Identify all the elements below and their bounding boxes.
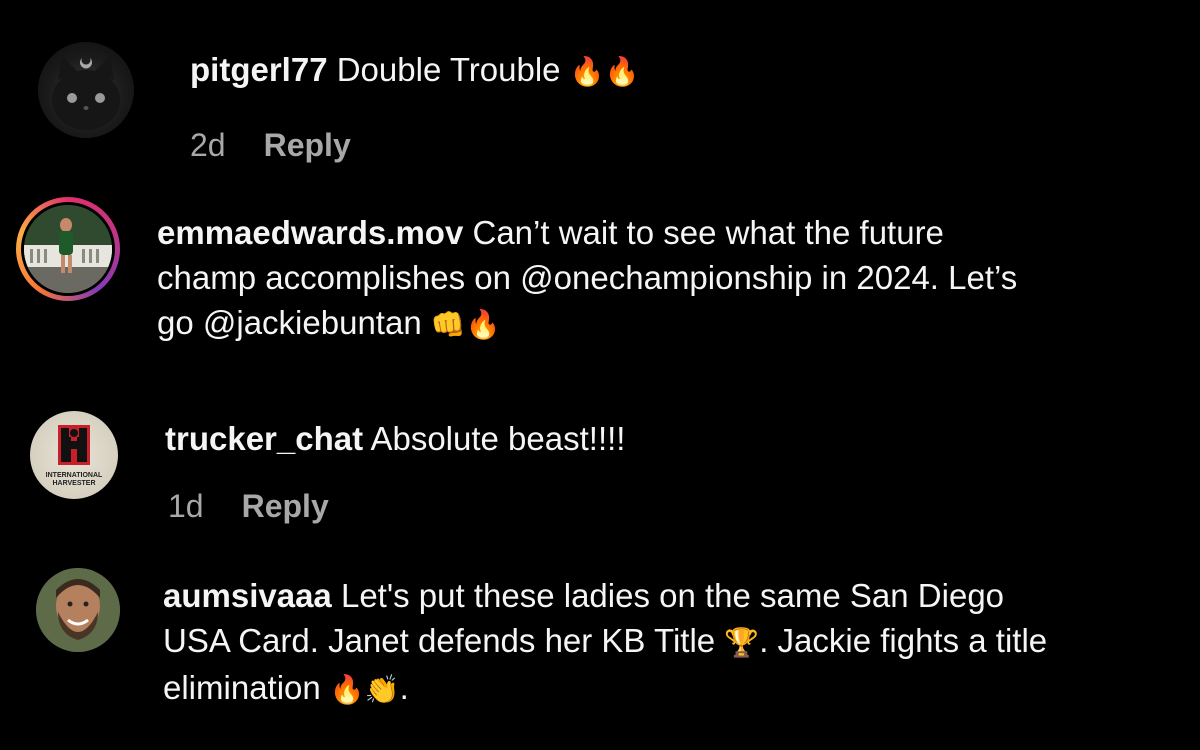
comment-text-line: champ accomplishes on @onechampionship i… (157, 259, 1018, 296)
bearded-man-icon (36, 568, 120, 652)
comment-text-line: USA Card. Janet defends her KB Title (163, 622, 716, 659)
fire-clap-emoji-icon: 🔥👏 (329, 673, 400, 706)
comment-body: pitgerl77 Double Trouble 🔥🔥 (190, 47, 639, 94)
reply-button[interactable]: Reply (242, 488, 329, 524)
comment-text-line: Let's put these ladies on the same San D… (340, 577, 1005, 614)
username[interactable]: aumsivaaa (163, 577, 332, 614)
avatar[interactable] (38, 42, 134, 138)
comment-body: aumsivaaa Let's put these ladies on the … (163, 573, 1183, 712)
reply-button[interactable]: Reply (264, 127, 351, 163)
username[interactable]: trucker_chat (165, 420, 363, 457)
fist-fire-emoji-icon: 👊🔥 (430, 308, 501, 341)
avatar[interactable] (36, 568, 120, 652)
comment-text-line: elimination (163, 669, 321, 706)
username[interactable]: emmaedwards.mov (157, 214, 463, 251)
timestamp: 1d (168, 488, 204, 524)
person-photo-icon (24, 205, 112, 293)
comment-text: Double Trouble (336, 51, 561, 88)
trophy-emoji-icon: 🏆 (724, 626, 760, 659)
comment-text-line: go @jackiebuntan (157, 304, 422, 341)
comment-text-line: . (399, 669, 409, 706)
comment-meta: 2d Reply (190, 127, 351, 164)
comment-text-line: . Jackie fights a title (759, 622, 1048, 659)
comment-text: Absolute beast!!!! (370, 420, 626, 457)
avatar-logo-text: HARVESTER (52, 480, 95, 487)
username[interactable]: pitgerl77 (190, 51, 328, 88)
black-cat-icon (52, 56, 120, 130)
comment-meta: 1d Reply (168, 488, 329, 525)
avatar[interactable]: INTERNATIONAL HARVESTER (30, 411, 118, 499)
comment-body: trucker_chat Absolute beast!!!! (165, 416, 625, 461)
fire-emoji-icon: 🔥🔥 (569, 55, 640, 88)
timestamp: 2d (190, 127, 226, 163)
comment-text-line: Can’t wait to see what the future (472, 214, 944, 251)
ih-logo-icon: INTERNATIONAL HARVESTER (46, 425, 103, 487)
avatar[interactable] (21, 202, 115, 296)
avatar-logo-text: INTERNATIONAL (46, 472, 103, 479)
comment-body: emmaedwards.mov Can’t wait to see what t… (157, 210, 1177, 347)
